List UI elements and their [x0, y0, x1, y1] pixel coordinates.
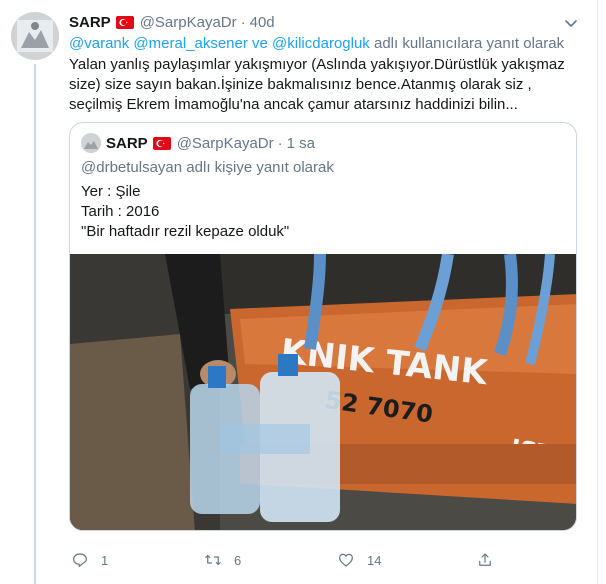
turkish-flag-icon — [152, 136, 171, 150]
thread-line — [34, 64, 36, 584]
quoted-reply-suffix: adlı kişiye yanıt olarak — [186, 159, 334, 176]
reply-button[interactable]: 1 — [71, 548, 108, 572]
tweet-header: SARP @SarpKayaDr · 40d — [69, 12, 275, 32]
quoted-tweet[interactable]: SARP @SarpKayaDr · 1 sa @drbetulsayan ad… — [69, 122, 577, 531]
tweet-time[interactable]: 40d — [250, 14, 275, 31]
reply-suffix: adlı kullanıcılara yanıt olarak — [373, 35, 565, 52]
quoted-line: "Bir haftadır rezil kepaze olduk" — [81, 223, 290, 240]
quoted-author-handle: @SarpKayaDr — [176, 134, 274, 152]
tweet[interactable]: SARP @SarpKayaDr · 40d @varank @meral_ak… — [0, 0, 596, 584]
quoted-header: SARP @SarpKayaDr · 1 sa — [106, 133, 315, 153]
like-button[interactable]: 14 — [337, 548, 381, 572]
quoted-reply-context: @drbetulsayan adlı kişiye yanıt olarak — [81, 159, 334, 176]
quoted-line: Yer : Şile — [81, 183, 141, 200]
quoted-author-name: SARP — [106, 134, 148, 152]
quoted-media-image[interactable]: KNIK TANK 52 7070 ISTA — [70, 253, 576, 530]
reply-count: 1 — [101, 552, 109, 568]
retweet-count: 6 — [234, 552, 242, 568]
separator-dot: · — [240, 13, 246, 31]
mention-links[interactable]: @varank @meral_aksener ve @kilicdarogluk — [69, 35, 370, 52]
quoted-text: Yer : Şile Tarih : 2016 "Bir haftadır re… — [81, 182, 289, 242]
reply-context: @varank @meral_aksener ve @kilicdarogluk… — [69, 35, 564, 52]
share-icon — [479, 553, 491, 566]
retweet-button[interactable]: 6 — [204, 548, 241, 572]
turkish-flag-icon — [115, 15, 134, 29]
quoted-line: Tarih : 2016 — [81, 203, 160, 220]
retweet-icon — [205, 554, 221, 566]
reply-icon — [73, 553, 87, 567]
action-bar: 1 6 14 — [69, 548, 539, 572]
quoted-mention: @drbetulsayan — [81, 159, 183, 176]
quoted-avatar — [81, 133, 101, 153]
share-button[interactable] — [476, 548, 494, 572]
timeline-border — [597, 0, 598, 584]
like-count: 14 — [367, 552, 382, 568]
quoted-time: 1 sa — [286, 134, 315, 152]
avatar[interactable] — [11, 12, 59, 60]
author-handle[interactable]: @SarpKayaDr — [140, 14, 237, 31]
chevron-down-icon[interactable] — [562, 14, 580, 32]
tweet-text: Yalan yanlış paylaşımlar yakışmıyor (Asl… — [69, 56, 565, 113]
author-name[interactable]: SARP — [69, 14, 111, 31]
separator-dot: · — [277, 134, 283, 152]
like-icon — [339, 553, 353, 567]
